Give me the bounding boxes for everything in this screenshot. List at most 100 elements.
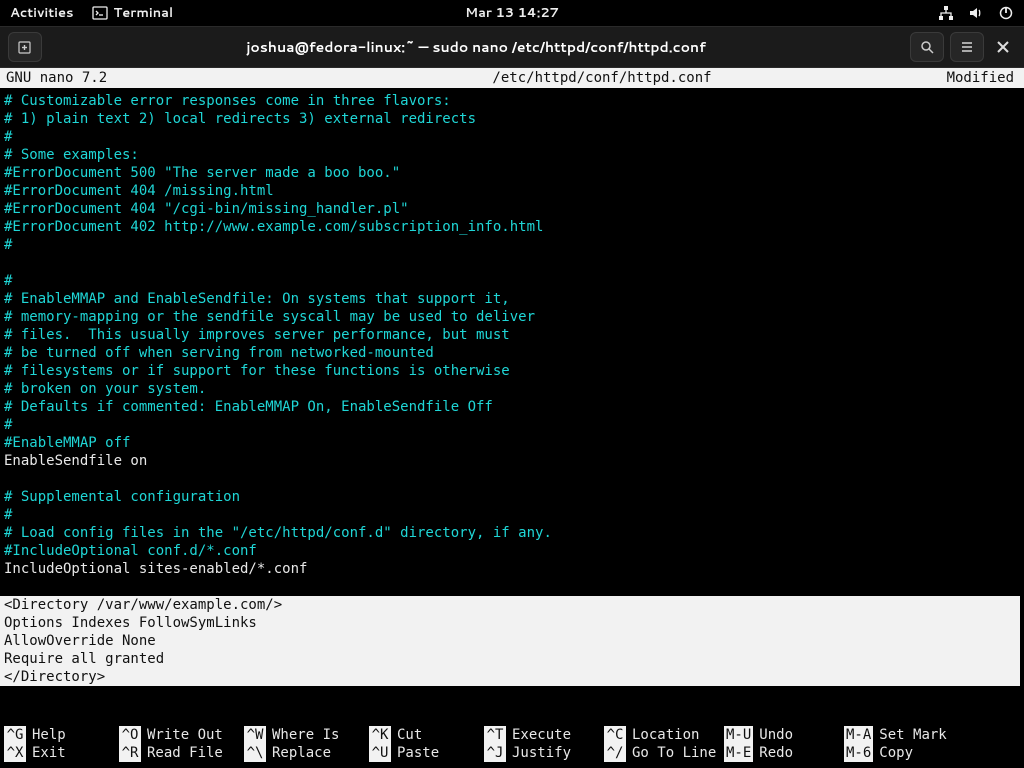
- shortcut-read-file: ^R Read File: [119, 744, 244, 762]
- active-app-label: Terminal: [114, 4, 174, 22]
- shortcut-label: Go To Line: [632, 744, 716, 762]
- editor-line: #: [4, 506, 1020, 524]
- search-icon: [919, 39, 935, 55]
- editor-line: # broken on your system.: [4, 380, 1020, 398]
- shortcut-location: ^CLocation: [604, 726, 724, 744]
- editor-line: #: [4, 416, 1020, 434]
- shortcut-label: Redo: [759, 744, 793, 762]
- shortcut-key: M-6: [844, 744, 873, 762]
- shortcut-help: ^G Help: [4, 726, 119, 744]
- shortcut-execute: ^T Execute: [484, 726, 604, 744]
- nano-file-path: /etc/httpd/conf/httpd.conf: [300, 70, 904, 86]
- shortcut-key: M-A: [844, 726, 873, 744]
- shortcut-label: Write Out: [147, 726, 223, 744]
- nano-modified-status: Modified: [904, 70, 1024, 86]
- shortcut-redo: M-E Redo: [724, 744, 844, 762]
- editor-line: EnableSendfile on: [4, 452, 1020, 470]
- shortcut-key: ^T: [484, 726, 506, 744]
- editor-line: # Some examples:: [4, 146, 1020, 164]
- shortcut-label: Exit: [32, 744, 66, 762]
- editor-line: #ErrorDocument 402 http://www.example.co…: [4, 218, 1020, 236]
- editor-line: # memory-mapping or the sendfile syscall…: [4, 308, 1020, 326]
- editor-line: #ErrorDocument 500 "The server made a bo…: [4, 164, 1020, 182]
- shortcut-key: ^U: [369, 744, 391, 762]
- selection-line: Options Indexes FollowSymLinks: [4, 614, 1020, 632]
- shortcut-paste: ^U Paste: [369, 744, 484, 762]
- hamburger-menu-button[interactable]: [950, 32, 984, 62]
- shortcut-label: Replace: [272, 744, 331, 762]
- shortcut-key: ^X: [4, 744, 26, 762]
- nano-version: GNU nano 7.2: [0, 70, 300, 86]
- shortcut-key: ^K: [369, 726, 391, 744]
- editor-line: #ErrorDocument 404 "/cgi-bin/missing_han…: [4, 200, 1020, 218]
- shortcut-key: M-E: [724, 744, 753, 762]
- shortcut-key: ^O: [119, 726, 141, 744]
- editor-line: [4, 254, 1020, 272]
- editor-selection[interactable]: <Directory /var/www/example.com/>Options…: [0, 596, 1020, 686]
- shortcut-label: Set Mark: [879, 726, 946, 744]
- editor-line: #: [4, 236, 1020, 254]
- selection-line: <Directory /var/www/example.com/>: [4, 596, 1020, 614]
- shortcut-key: ^/: [604, 744, 626, 762]
- power-icon[interactable]: [998, 5, 1014, 21]
- shortcut-key: ^R: [119, 744, 141, 762]
- volume-icon[interactable]: [968, 5, 984, 21]
- editor-line: #: [4, 272, 1020, 290]
- selection-line: </Directory>: [4, 668, 1020, 686]
- network-icon[interactable]: [938, 5, 954, 21]
- shortcut-justify: ^J Justify: [484, 744, 604, 762]
- shortcut-label: Help: [32, 726, 66, 744]
- editor-line: # Defaults if commented: EnableMMAP On, …: [4, 398, 1020, 416]
- shortcut-key: ^\: [244, 744, 266, 762]
- editor-line: # Customizable error responses come in t…: [4, 92, 1020, 110]
- editor-line: # be turned off when serving from networ…: [4, 344, 1020, 362]
- shortcut-copy: M-6 Copy: [844, 744, 984, 762]
- hamburger-icon: [959, 39, 975, 55]
- shortcut-label: Undo: [759, 726, 793, 744]
- clock[interactable]: Mar 13 14:27: [465, 4, 559, 22]
- editor-line: # 1) plain text 2) local redirects 3) ex…: [4, 110, 1020, 128]
- window-title: joshua@fedora-linux:~ — sudo nano /etc/h…: [48, 37, 904, 57]
- selection-line: Require all granted: [4, 650, 1020, 668]
- close-icon: [996, 40, 1010, 54]
- search-button[interactable]: [910, 32, 944, 62]
- terminal-icon: [92, 5, 108, 21]
- shortcut-set-mark: M-A Set Mark: [844, 726, 984, 744]
- shortcut-label: Justify: [512, 744, 571, 762]
- shortcut-label: Where Is: [272, 726, 339, 744]
- shortcut-key: ^G: [4, 726, 26, 744]
- shortcut-key: ^J: [484, 744, 506, 762]
- shortcut-label: Paste: [397, 744, 439, 762]
- shortcut-go-to-line: ^/ Go To Line: [604, 744, 724, 762]
- shortcut-key: M-U: [724, 726, 753, 744]
- nano-title-bar: GNU nano 7.2 /etc/httpd/conf/httpd.conf …: [0, 68, 1024, 88]
- editor-content[interactable]: # Customizable error responses come in t…: [0, 88, 1024, 596]
- active-app-indicator[interactable]: Terminal: [92, 4, 174, 22]
- shortcut-label: Read File: [147, 744, 223, 762]
- editor-line: # filesystems or if support for these fu…: [4, 362, 1020, 380]
- editor-line: #: [4, 128, 1020, 146]
- editor-line: [4, 470, 1020, 488]
- shortcut-cut: ^K Cut: [369, 726, 484, 744]
- shortcut-label: Location: [632, 726, 699, 744]
- editor-line: #EnableMMAP off: [4, 434, 1020, 452]
- editor-line: # Load config files in the "/etc/httpd/c…: [4, 524, 1020, 542]
- window-close-button[interactable]: [990, 34, 1016, 60]
- shortcut-label: Copy: [879, 744, 913, 762]
- shortcut-key: ^W: [244, 726, 266, 744]
- editor-line: # EnableMMAP and EnableSendfile: On syst…: [4, 290, 1020, 308]
- editor-line: # files. This usually improves server pe…: [4, 326, 1020, 344]
- editor-line: #ErrorDocument 404 /missing.html: [4, 182, 1020, 200]
- editor-line: #IncludeOptional conf.d/*.conf: [4, 542, 1020, 560]
- activities-button[interactable]: Activities: [10, 4, 74, 22]
- shortcut-label: Execute: [512, 726, 571, 744]
- window-header-bar: joshua@fedora-linux:~ — sudo nano /etc/h…: [0, 26, 1024, 68]
- nano-shortcut-bar: ^G Help ^O Write Out ^W Where Is ^K Cut ^T Execut…: [0, 726, 1024, 762]
- editor-line: IncludeOptional sites-enabled/*.conf: [4, 560, 1020, 578]
- new-tab-button[interactable]: [8, 32, 42, 62]
- selection-line: AllowOverride None: [4, 632, 1020, 650]
- shortcut-where-is: ^W Where Is: [244, 726, 369, 744]
- editor-line: # Supplemental configuration: [4, 488, 1020, 506]
- shortcut-exit: ^X Exit: [4, 744, 119, 762]
- shortcut-label: Cut: [397, 726, 422, 744]
